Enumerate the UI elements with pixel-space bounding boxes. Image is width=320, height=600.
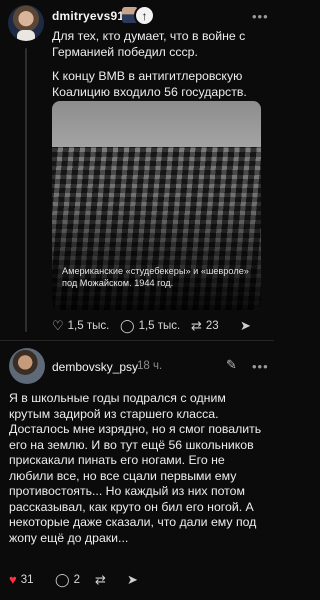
post-username[interactable]: dmitryevs91 bbox=[52, 9, 124, 23]
heart-icon: ♥ bbox=[9, 572, 17, 587]
avatar[interactable] bbox=[9, 348, 45, 384]
repost-button[interactable]: ⇄ bbox=[95, 573, 106, 587]
post-text: Я в школьные годы подрался с одним круты… bbox=[9, 391, 262, 545]
share-icon: ➤ bbox=[240, 318, 251, 333]
like-button[interactable]: ♥ 31 bbox=[9, 573, 34, 587]
post-text: Для тех, кто думает, что в войне с Герма… bbox=[52, 29, 266, 100]
post-photo[interactable]: Американские «студебекеры» и «шевроле» п… bbox=[52, 101, 261, 310]
avatar[interactable] bbox=[8, 5, 44, 41]
comment-button[interactable]: ◯ 2 bbox=[55, 573, 80, 587]
post-text-line: К концу ВМВ в антигитлеровскую Коалицию … bbox=[52, 69, 247, 99]
post-actions: ♡ 1,5 тыс. ◯ 1,5 тыс. ⇄ 23 ➤ bbox=[52, 319, 266, 337]
more-icon[interactable]: ••• bbox=[252, 9, 269, 24]
repost-icon: ⇄ bbox=[191, 318, 202, 333]
post-text-line: Для тех, кто думает, что в войне с Герма… bbox=[52, 29, 246, 59]
repost-icon: ⇄ bbox=[95, 572, 106, 587]
more-icon[interactable]: ••• bbox=[252, 359, 269, 374]
like-count: 1,5 тыс. bbox=[67, 320, 110, 332]
photo-caption: Американские «студебекеры» и «шевроле» п… bbox=[62, 266, 249, 288]
share-icon: ➤ bbox=[127, 572, 138, 587]
repost-button[interactable]: ⇄ 23 bbox=[191, 319, 219, 333]
like-count: 31 bbox=[20, 574, 34, 586]
follow-button[interactable]: ↑ bbox=[134, 5, 155, 26]
post-username[interactable]: dembovsky_psy bbox=[52, 360, 138, 374]
comment-icon: ◯ bbox=[120, 318, 135, 333]
like-button[interactable]: ♡ 1,5 тыс. bbox=[52, 319, 109, 333]
repost-count: 23 bbox=[205, 320, 219, 332]
share-button[interactable]: ➤ bbox=[240, 319, 251, 333]
share-button[interactable]: ➤ bbox=[127, 573, 138, 587]
comment-count: 1,5 тыс. bbox=[138, 320, 181, 332]
comment-button[interactable]: ◯ 1,5 тыс. bbox=[120, 319, 180, 333]
post-main: dmitryevs91 ↑ ••• Для тех, кто думает, ч… bbox=[0, 0, 274, 346]
post-actions: ♥ 31 ◯ 2 ⇄ ➤ bbox=[9, 573, 209, 591]
comment-icon: ◯ bbox=[55, 572, 70, 587]
edit-icon[interactable]: ✎ bbox=[226, 357, 237, 373]
comment-count: 2 bbox=[73, 574, 80, 586]
post-time: 18 ч. bbox=[137, 360, 163, 372]
heart-icon: ♡ bbox=[52, 318, 64, 333]
divider bbox=[0, 340, 274, 341]
follow-plus-icon: ↑ bbox=[141, 8, 148, 23]
thread-line bbox=[25, 48, 27, 332]
